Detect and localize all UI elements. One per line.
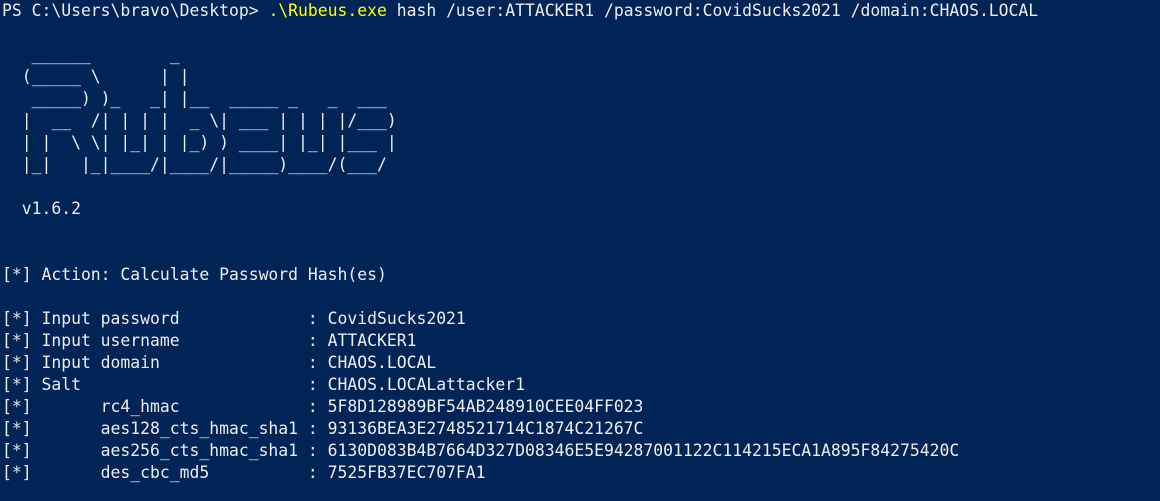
- command-line: PS C:\Users\bravo\Desktop> .\Rubeus.exe …: [2, 0, 1160, 22]
- version-text: v1.6.2: [2, 199, 81, 218]
- hash-output: [*] Input password : CovidSucks2021 [*] …: [2, 308, 1160, 484]
- command-executable: .\Rubeus.exe: [268, 1, 387, 20]
- output-line: [*] Input username : ATTACKER1: [2, 331, 417, 350]
- action-line: [*] Action: Calculate Password Hash(es): [2, 265, 387, 284]
- command-arguments: hash /user:ATTACKER1 /password:CovidSuck…: [386, 1, 1039, 20]
- output-line: [*] Input domain : CHAOS.LOCAL: [2, 353, 437, 372]
- rubeus-ascii-banner: ______ _ (_____ \ | | _____) )_ _| |__ _…: [21, 45, 397, 174]
- powershell-terminal[interactable]: PS C:\Users\bravo\Desktop> .\Rubeus.exe …: [0, 0, 1160, 501]
- output-line: [*] des_cbc_md5 : 7525FB37EC707FA1: [2, 463, 486, 482]
- prompt-prefix: PS C:\Users\bravo\Desktop>: [2, 1, 269, 20]
- output-line: [*] aes128_cts_hmac_sha1 : 93136BEA3E274…: [2, 419, 644, 438]
- output-line: [*] aes256_cts_hmac_sha1 : 6130D083B4B76…: [2, 441, 960, 460]
- output-line: [*] Input password : CovidSucks2021: [2, 309, 466, 328]
- output-line: [*] Salt : CHAOS.LOCALattacker1: [2, 375, 526, 394]
- output-line: [*] rc4_hmac : 5F8D128989BF54AB248910CEE…: [2, 397, 644, 416]
